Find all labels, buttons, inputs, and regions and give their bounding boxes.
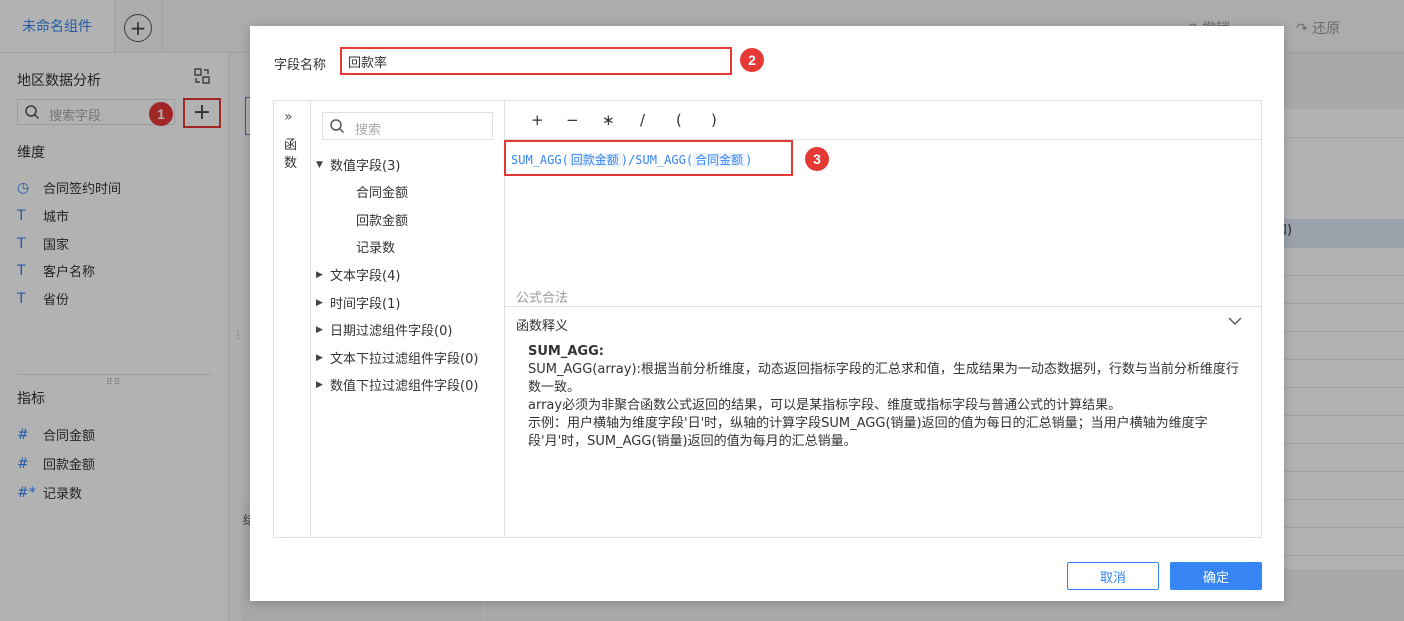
explain-line: SUM_AGG(array):根据当前分析维度，动态返回指标字段的汇总求和值，生… <box>528 362 1239 395</box>
tree-group-number-dropdown-filter[interactable]: ▶ 数值下拉过滤组件字段(0) <box>316 375 478 394</box>
operator-bar: + − ∗ / ( ) <box>504 101 1261 140</box>
tree-group-label: 数值下拉过滤组件字段(0) <box>330 379 479 394</box>
tree-group-label: 时间字段(1) <box>330 297 401 312</box>
explain-title: 函数释义 <box>516 319 569 334</box>
function-tab-label: 函数 <box>284 138 298 171</box>
tree-group-label: 文本下拉过滤组件字段(0) <box>330 352 479 367</box>
tree-group-text[interactable]: ▶ 文本字段(4) <box>316 265 400 284</box>
annotation-badge-3: 3 <box>805 147 829 171</box>
caret-right-icon: ▶ <box>316 352 323 363</box>
caret-right-icon: ▶ <box>316 297 323 308</box>
formula-input[interactable]: SUM_AGG(回款金额)/SUM_AGG(合同金额) <box>504 140 793 176</box>
explain-line: array必须为非聚合函数公式返回的结果，可以是某指标字段、维度或指标字段与普通… <box>528 398 1122 413</box>
formula-text: SUM_AGG(回款金额)/SUM_AGG(合同金额) <box>511 151 752 168</box>
formula-status: 公式合法 <box>516 291 569 306</box>
tree-group-time[interactable]: ▶ 时间字段(1) <box>316 293 400 312</box>
expand-arrow-icon[interactable]: » <box>284 109 293 125</box>
operator-minus-button[interactable]: − <box>566 111 579 129</box>
operator-plus-button[interactable]: + <box>531 111 544 129</box>
caret-right-icon: ▶ <box>316 324 323 335</box>
tree-search-input[interactable]: 搜索 <box>322 112 493 140</box>
function-tab[interactable]: » 函数 <box>274 101 311 537</box>
formula-field-token[interactable]: 合同金额 <box>693 153 746 167</box>
tree-group-label: 数值字段(3) <box>330 159 401 174</box>
formula-operator: )/SUM_AGG( <box>620 153 694 167</box>
field-name-label: 字段名称 <box>274 58 327 73</box>
chevron-down-icon[interactable] <box>1228 314 1242 328</box>
add-field-dialog: 字段名称 2 » 函数 搜索 ▼ 数值字段(3) 合同金额 回款金额 记录数 ▶ 文… <box>250 26 1284 601</box>
explain-line: 示例：用户横轴为维度字段'日'时，纵轴的计算字段SUM_AGG(销量)返回的值为… <box>528 416 1208 449</box>
formula-close: ) <box>745 153 753 167</box>
function-explain-header[interactable]: 函数释义 <box>504 306 1261 339</box>
tree-group-text-dropdown-filter[interactable]: ▶ 文本下拉过滤组件字段(0) <box>316 348 478 367</box>
formula-pane: + − ∗ / ( ) SUM_AGG(回款金额)/SUM_AGG(合同金额) … <box>504 101 1261 537</box>
search-icon <box>330 119 345 134</box>
cancel-button[interactable]: 取消 <box>1067 562 1159 590</box>
operator-divide-button[interactable]: / <box>640 111 645 129</box>
function-explain-body: SUM_AGG: SUM_AGG(array):根据当前分析维度，动态返回指标字… <box>528 343 1243 451</box>
field-name-input[interactable] <box>340 47 732 75</box>
formula-function: SUM_AGG( <box>511 153 569 167</box>
operator-open-paren-button[interactable]: ( <box>676 111 682 129</box>
caret-down-icon: ▼ <box>316 159 323 170</box>
explain-function-name: SUM_AGG: <box>528 344 604 359</box>
operator-multiply-button[interactable]: ∗ <box>602 111 615 129</box>
tree-leaf-field[interactable]: 记录数 <box>356 237 395 256</box>
tree-search-placeholder: 搜索 <box>355 123 382 138</box>
tree-leaf-field[interactable]: 合同金额 <box>356 182 408 201</box>
field-tree: 搜索 ▼ 数值字段(3) 合同金额 回款金额 记录数 ▶ 文本字段(4) ▶ 时间字段… <box>310 101 505 537</box>
caret-right-icon: ▶ <box>316 379 323 390</box>
formula-editor: » 函数 搜索 ▼ 数值字段(3) 合同金额 回款金额 记录数 ▶ 文本字段(4) … <box>273 100 1262 538</box>
annotation-badge-2: 2 <box>740 48 764 72</box>
tree-group-numeric[interactable]: ▼ 数值字段(3) <box>316 155 400 174</box>
tree-group-label: 文本字段(4) <box>330 269 401 284</box>
operator-close-paren-button[interactable]: ) <box>711 111 717 129</box>
confirm-button[interactable]: 确定 <box>1170 562 1262 590</box>
tree-group-label: 日期过滤组件字段(0) <box>330 324 453 339</box>
tree-group-date-filter[interactable]: ▶ 日期过滤组件字段(0) <box>316 320 452 339</box>
tree-leaf-field[interactable]: 回款金额 <box>356 210 408 229</box>
caret-right-icon: ▶ <box>316 269 323 280</box>
formula-field-token[interactable]: 回款金额 <box>568 153 621 167</box>
